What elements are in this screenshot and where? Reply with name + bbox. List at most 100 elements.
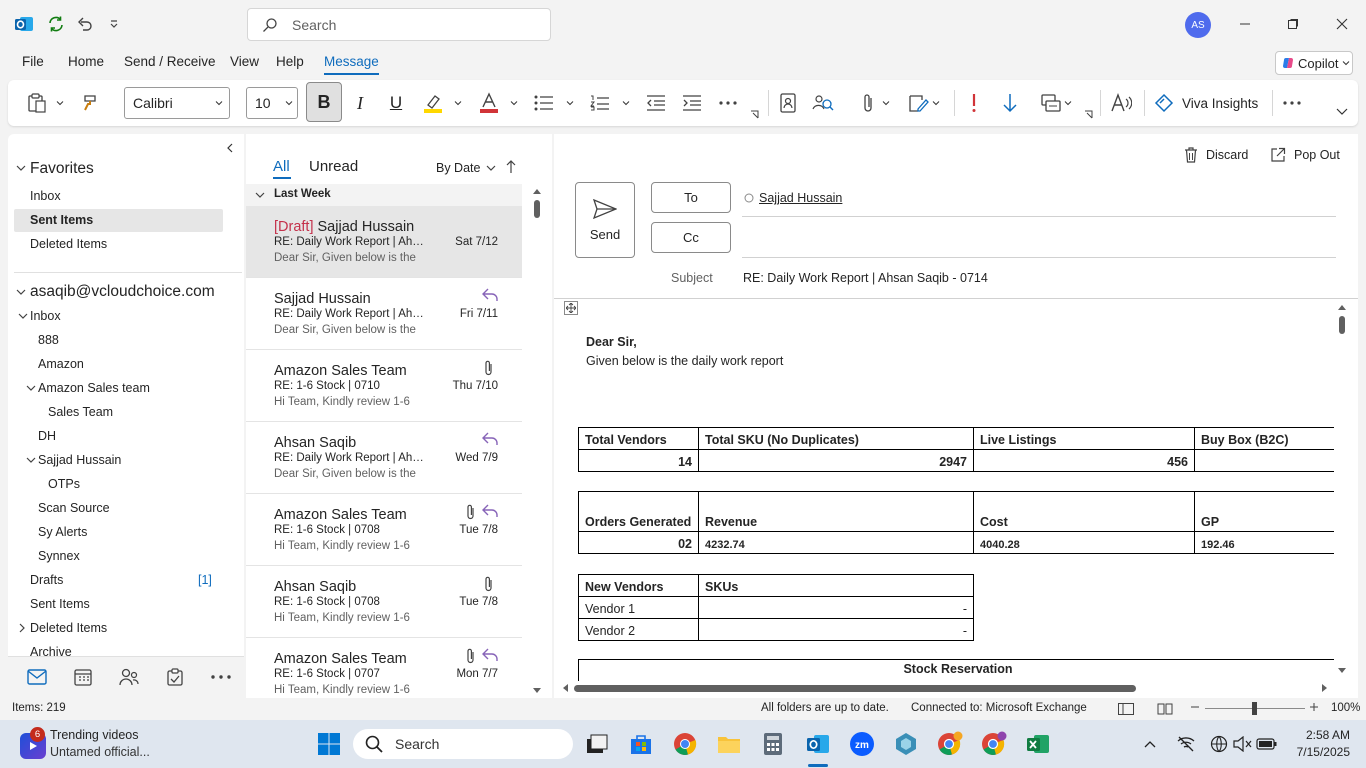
menu-message[interactable]: Message: [324, 54, 379, 75]
battery-icon[interactable]: [1254, 728, 1280, 760]
menu-send-receive[interactable]: Send / Receive: [124, 54, 216, 69]
folder-sent-items[interactable]: Sent Items: [30, 597, 90, 611]
avatar[interactable]: AS: [1185, 12, 1211, 38]
filter-unread-tab[interactable]: Unread: [309, 158, 358, 175]
chevron-down-icon[interactable]: [26, 384, 36, 392]
chevron-down-icon[interactable]: [16, 164, 26, 172]
clock-time[interactable]: 2:58 AM: [1290, 728, 1350, 742]
volume-muted-icon[interactable]: [1230, 728, 1256, 760]
menu-file[interactable]: File: [22, 54, 44, 69]
address-book-icon[interactable]: [776, 90, 800, 116]
tracking-dropdown-icon[interactable]: [1062, 90, 1074, 116]
font-size-select[interactable]: 10: [246, 87, 298, 119]
zoom-out-icon[interactable]: [1190, 702, 1200, 712]
font-color-icon[interactable]: [476, 90, 502, 116]
numbering-icon[interactable]: [588, 90, 612, 116]
folder-sy-alerts[interactable]: Sy Alerts: [38, 525, 87, 539]
network-disconnected-icon[interactable]: [1172, 728, 1200, 760]
excel-icon[interactable]: [1022, 728, 1054, 760]
sort-direction-icon[interactable]: [504, 158, 518, 176]
file-explorer-icon[interactable]: [713, 728, 745, 760]
chevron-down-icon[interactable]: [26, 456, 36, 464]
to-button[interactable]: To: [651, 182, 731, 213]
folder-amazon-sales-team[interactable]: Amazon Sales team: [38, 381, 150, 395]
list-item[interactable]: Amazon Sales Team RE: 1-6 Stock | 0710 H…: [246, 350, 522, 422]
dialog-launcher-icon[interactable]: [748, 108, 760, 120]
bold-button[interactable]: B: [306, 82, 342, 122]
folder-otps[interactable]: OTPs: [48, 477, 80, 491]
numbering-dropdown-icon[interactable]: [620, 90, 632, 116]
undo-icon[interactable]: [74, 13, 96, 35]
more-options-icon[interactable]: [1280, 90, 1304, 116]
favorite-sent-items[interactable]: Sent Items: [30, 213, 93, 227]
list-item[interactable]: Sajjad Hussain RE: Daily Work Report | A…: [246, 278, 522, 350]
viva-insights-button[interactable]: Viva Insights: [1154, 90, 1270, 116]
language-icon[interactable]: [1206, 728, 1232, 760]
list-item[interactable]: Ahsan Saqib RE: 1-6 Stock | 0708 Hi Team…: [246, 566, 522, 638]
folder-scan-source[interactable]: Scan Source: [38, 501, 110, 515]
increase-indent-icon[interactable]: [680, 90, 704, 116]
more-apps-icon[interactable]: [210, 666, 232, 688]
pop-out-button[interactable]: Pop Out: [1270, 147, 1340, 163]
subject-field[interactable]: RE: Daily Work Report | Ahsan Saqib - 07…: [743, 271, 988, 285]
message-body[interactable]: Dear Sir, Given below is the daily work …: [554, 299, 1334, 681]
collapse-pane-icon[interactable]: [222, 140, 238, 156]
menu-home[interactable]: Home: [68, 54, 104, 69]
show-hidden-icons-icon[interactable]: [1138, 728, 1162, 760]
reading-view-icon[interactable]: [1156, 701, 1174, 717]
paste-dropdown-icon[interactable]: [54, 90, 66, 116]
folder-inbox[interactable]: Inbox: [30, 309, 61, 323]
folder-deleted-items[interactable]: Deleted Items: [30, 621, 107, 635]
taskbar-search[interactable]: Search: [353, 729, 573, 759]
calendar-icon[interactable]: [72, 666, 94, 688]
group-header[interactable]: Last Week: [246, 184, 522, 206]
zoom-app-icon[interactable]: zm: [846, 728, 878, 760]
zoom-slider-thumb[interactable]: [1252, 702, 1257, 715]
folder-synnex[interactable]: Synnex: [38, 549, 80, 563]
favorites-header[interactable]: Favorites: [30, 160, 94, 178]
more-formatting-icon[interactable]: [716, 90, 740, 116]
maximize-icon[interactable]: [1278, 12, 1308, 36]
list-item[interactable]: Amazon Sales Team RE: 1-6 Stock | 0708 H…: [246, 494, 522, 566]
task-view-icon[interactable]: [581, 728, 613, 760]
discard-button[interactable]: Discard: [1184, 147, 1248, 163]
list-scrollbar[interactable]: [532, 186, 542, 696]
dialog-launcher-icon[interactable]: [1082, 108, 1094, 120]
calculator-icon[interactable]: [757, 728, 789, 760]
copilot-button[interactable]: Copilot: [1275, 51, 1353, 75]
list-item[interactable]: [Draft] Sajjad Hussain RE: Daily Work Re…: [246, 206, 522, 278]
chevron-down-icon[interactable]: [16, 288, 26, 296]
chrome-icon[interactable]: [669, 728, 701, 760]
list-item[interactable]: Ahsan Saqib RE: Daily Work Report | Ahsa…: [246, 422, 522, 494]
normal-view-icon[interactable]: [1117, 701, 1135, 717]
customize-toolbar-icon[interactable]: [104, 14, 124, 34]
folder-amazon[interactable]: Amazon: [38, 357, 84, 371]
chevron-right-icon[interactable]: [18, 623, 26, 633]
minimize-icon[interactable]: [1230, 12, 1260, 36]
highlight-dropdown-icon[interactable]: [452, 90, 464, 116]
paste-icon[interactable]: [22, 90, 52, 116]
zoom-in-icon[interactable]: [1309, 702, 1319, 712]
chrome-profile-icon[interactable]: [934, 728, 966, 760]
menu-help[interactable]: Help: [276, 54, 304, 69]
horizontal-scrollbar[interactable]: [560, 682, 1330, 694]
underline-button[interactable]: U: [384, 90, 408, 116]
low-importance-icon[interactable]: [1000, 90, 1020, 116]
send-button[interactable]: Send: [575, 182, 635, 258]
signature-icon[interactable]: [906, 90, 932, 116]
folder-drafts[interactable]: Drafts: [30, 573, 63, 587]
folder-dh[interactable]: DH: [38, 429, 56, 443]
tracking-icon[interactable]: [1038, 90, 1064, 116]
app-icon[interactable]: [890, 728, 922, 760]
send-receive-icon[interactable]: [45, 13, 67, 35]
check-names-icon[interactable]: [810, 90, 836, 116]
high-importance-icon[interactable]: [964, 90, 984, 116]
attach-file-icon[interactable]: [858, 90, 878, 116]
body-scrollbar[interactable]: [1336, 302, 1348, 678]
close-icon[interactable]: [1327, 12, 1357, 36]
people-icon[interactable]: [118, 666, 140, 688]
font-color-dropdown-icon[interactable]: [508, 90, 520, 116]
chevron-down-icon[interactable]: [18, 312, 28, 320]
signature-dropdown-icon[interactable]: [930, 90, 942, 116]
clock-date[interactable]: 7/15/2025: [1290, 745, 1350, 759]
